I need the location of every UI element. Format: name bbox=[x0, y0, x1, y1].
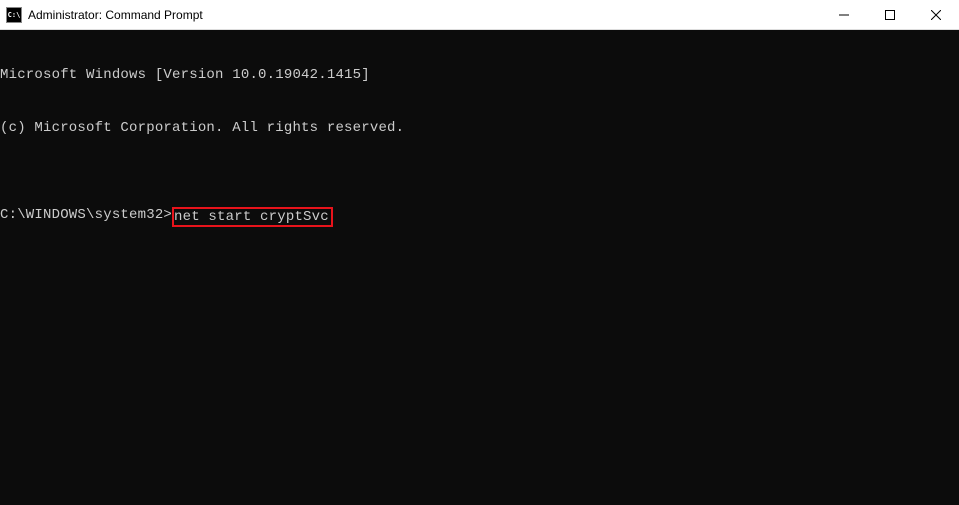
close-button[interactable] bbox=[913, 0, 959, 29]
close-icon bbox=[931, 10, 941, 20]
terminal-output-line: (c) Microsoft Corporation. All rights re… bbox=[0, 120, 959, 138]
terminal-output-line: Microsoft Windows [Version 10.0.19042.14… bbox=[0, 67, 959, 85]
terminal-area[interactable]: Microsoft Windows [Version 10.0.19042.14… bbox=[0, 30, 959, 505]
cmd-icon: C:\ bbox=[6, 7, 22, 23]
command-prompt-window: C:\ Administrator: Command Prompt Micros… bbox=[0, 0, 959, 505]
window-title: Administrator: Command Prompt bbox=[28, 8, 821, 22]
maximize-icon bbox=[885, 10, 895, 20]
window-controls bbox=[821, 0, 959, 29]
maximize-button[interactable] bbox=[867, 0, 913, 29]
titlebar[interactable]: C:\ Administrator: Command Prompt bbox=[0, 0, 959, 30]
terminal-command-highlighted: net start cryptSvc bbox=[172, 207, 333, 227]
terminal-prompt: C:\WINDOWS\system32> bbox=[0, 207, 172, 227]
minimize-button[interactable] bbox=[821, 0, 867, 29]
minimize-icon bbox=[839, 10, 849, 20]
terminal-prompt-line: C:\WINDOWS\system32>net start cryptSvc bbox=[0, 207, 959, 227]
